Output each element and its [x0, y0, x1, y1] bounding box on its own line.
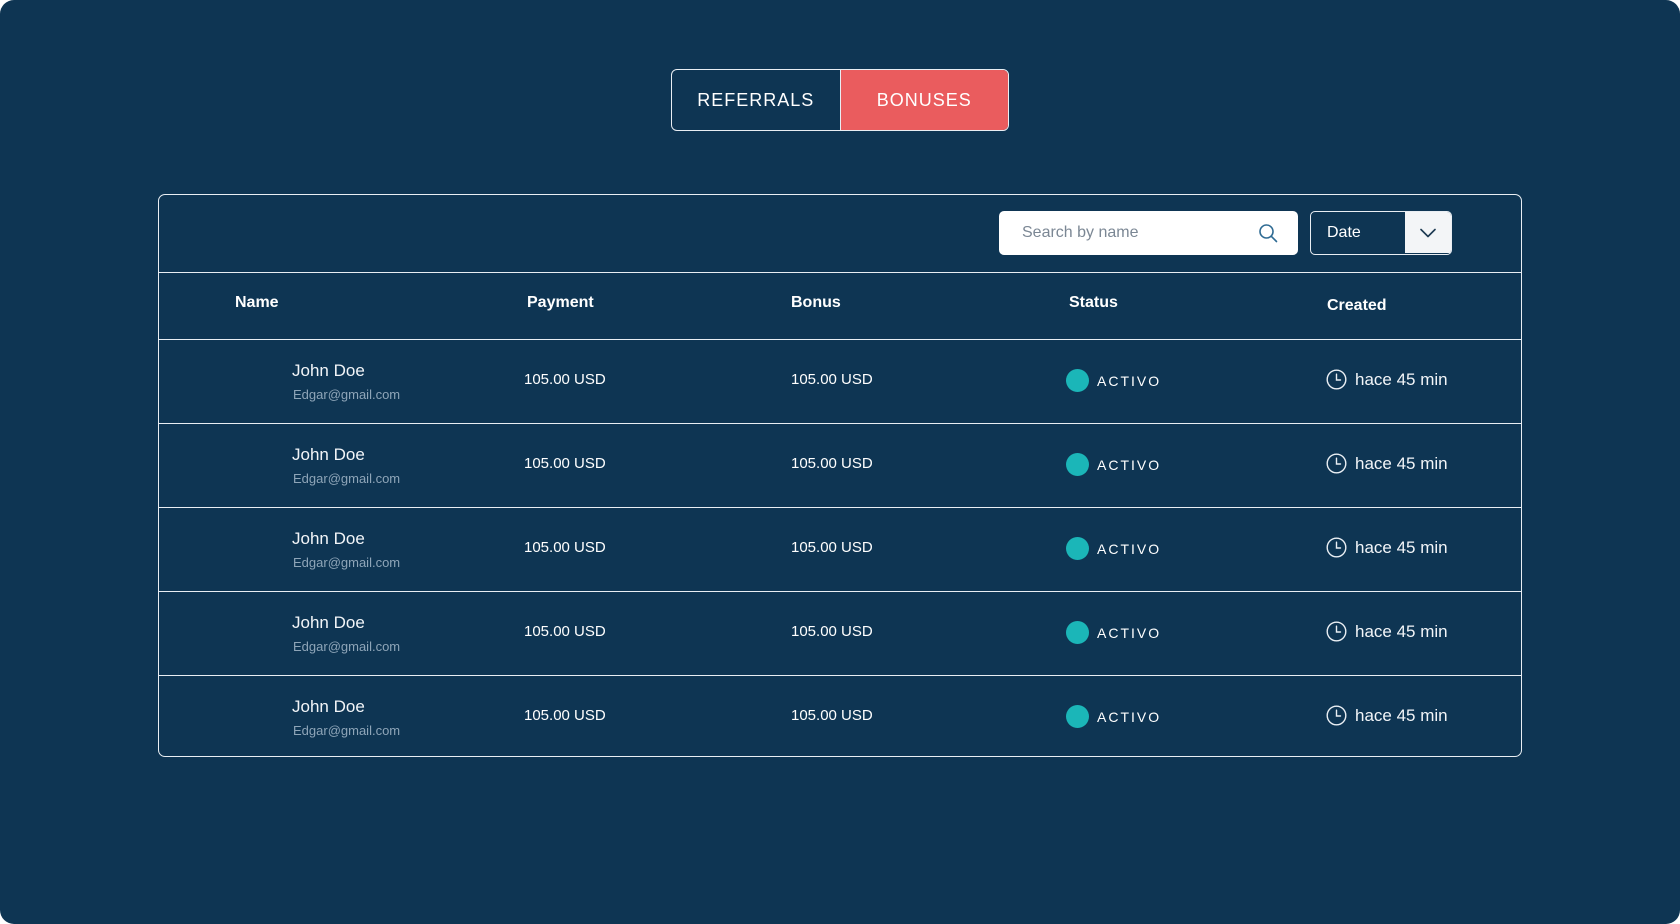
user-name: John Doe — [292, 445, 365, 464]
status-text: ACTIVO — [1097, 708, 1162, 725]
column-header-bonus[interactable]: Bonus — [791, 294, 841, 312]
created-time: hace 45 min — [1326, 705, 1448, 726]
column-header-name[interactable]: Name — [235, 294, 279, 312]
bonus-amount: 105.00 USD — [791, 371, 873, 388]
app-frame: REFERRALS BONUSES Date — [0, 0, 1680, 924]
user-email: Edgar@gmail.com — [293, 639, 401, 654]
payment-amount: 105.00 USD — [524, 539, 606, 556]
clock-icon — [1326, 705, 1347, 726]
status-dot-icon — [1066, 369, 1089, 392]
created-time: hace 45 min — [1326, 537, 1448, 558]
table-header: Name Payment Bonus Status Created — [159, 272, 1521, 340]
created-time-text: hace 45 min — [1355, 369, 1448, 389]
bonus-amount: 105.00 USD — [791, 623, 873, 640]
status-text: ACTIVO — [1097, 456, 1162, 473]
bonus-amount: 105.00 USD — [791, 539, 873, 556]
chevron-down-icon[interactable] — [1405, 212, 1451, 253]
tab-referrals[interactable]: REFERRALS — [672, 70, 841, 130]
table-row[interactable]: John Doe Edgar@gmail.com 105.00 USD 105.… — [159, 339, 1521, 424]
user-name: John Doe — [292, 613, 365, 632]
created-time: hace 45 min — [1326, 453, 1448, 474]
status-badge: ACTIVO — [1066, 537, 1161, 560]
column-header-created[interactable]: Created — [1327, 297, 1387, 315]
status-dot-icon — [1066, 705, 1089, 728]
payment-amount: 105.00 USD — [524, 623, 606, 640]
bonus-amount: 105.00 USD — [791, 707, 873, 724]
tab-group: REFERRALS BONUSES — [671, 69, 1009, 131]
search-input[interactable] — [999, 211, 1249, 255]
status-badge: ACTIVO — [1066, 621, 1161, 644]
sort-select-value: Date — [1327, 224, 1361, 241]
table-row[interactable]: John Doe Edgar@gmail.com 105.00 USD 105.… — [159, 591, 1521, 676]
payment-amount: 105.00 USD — [524, 371, 606, 388]
search-icon[interactable] — [1258, 223, 1278, 243]
clock-icon — [1326, 537, 1347, 558]
column-header-payment[interactable]: Payment — [527, 294, 594, 312]
created-time-text: hace 45 min — [1355, 705, 1448, 725]
payment-amount: 105.00 USD — [524, 455, 606, 472]
user-email: Edgar@gmail.com — [293, 555, 401, 570]
tab-bonuses[interactable]: BONUSES — [840, 70, 1008, 130]
status-text: ACTIVO — [1097, 372, 1162, 389]
bonuses-table-card: Date Name Payment Bonus Status Created J… — [158, 194, 1522, 757]
status-dot-icon — [1066, 537, 1089, 560]
created-time: hace 45 min — [1326, 369, 1448, 390]
user-name: John Doe — [292, 697, 365, 716]
bonus-amount: 105.00 USD — [791, 455, 873, 472]
table-row[interactable]: John Doe Edgar@gmail.com 105.00 USD 105.… — [159, 507, 1521, 592]
user-email: Edgar@gmail.com — [293, 723, 401, 738]
status-dot-icon — [1066, 453, 1089, 476]
user-email: Edgar@gmail.com — [293, 387, 401, 402]
user-email: Edgar@gmail.com — [293, 471, 401, 486]
tab-referrals-label: REFERRALS — [697, 89, 815, 110]
created-time-text: hace 45 min — [1355, 621, 1448, 641]
payment-amount: 105.00 USD — [524, 707, 606, 724]
created-time-text: hace 45 min — [1355, 537, 1448, 557]
status-text: ACTIVO — [1097, 624, 1162, 641]
created-time-text: hace 45 min — [1355, 453, 1448, 473]
column-header-status[interactable]: Status — [1069, 294, 1118, 312]
clock-icon — [1326, 369, 1347, 390]
clock-icon — [1326, 453, 1347, 474]
user-name: John Doe — [292, 361, 365, 380]
table-row[interactable]: John Doe Edgar@gmail.com 105.00 USD 105.… — [159, 423, 1521, 508]
sort-select[interactable]: Date — [1310, 211, 1452, 255]
created-time: hace 45 min — [1326, 621, 1448, 642]
search-box[interactable] — [999, 211, 1298, 255]
user-name: John Doe — [292, 529, 365, 548]
tab-bonuses-label: BONUSES — [876, 89, 972, 110]
status-badge: ACTIVO — [1066, 369, 1161, 392]
clock-icon — [1326, 621, 1347, 642]
table-toolbar: Date — [159, 195, 1521, 273]
status-text: ACTIVO — [1097, 540, 1162, 557]
status-badge: ACTIVO — [1066, 453, 1161, 476]
status-badge: ACTIVO — [1066, 705, 1161, 728]
table-row[interactable]: John Doe Edgar@gmail.com 105.00 USD 105.… — [159, 675, 1521, 759]
status-dot-icon — [1066, 621, 1089, 644]
